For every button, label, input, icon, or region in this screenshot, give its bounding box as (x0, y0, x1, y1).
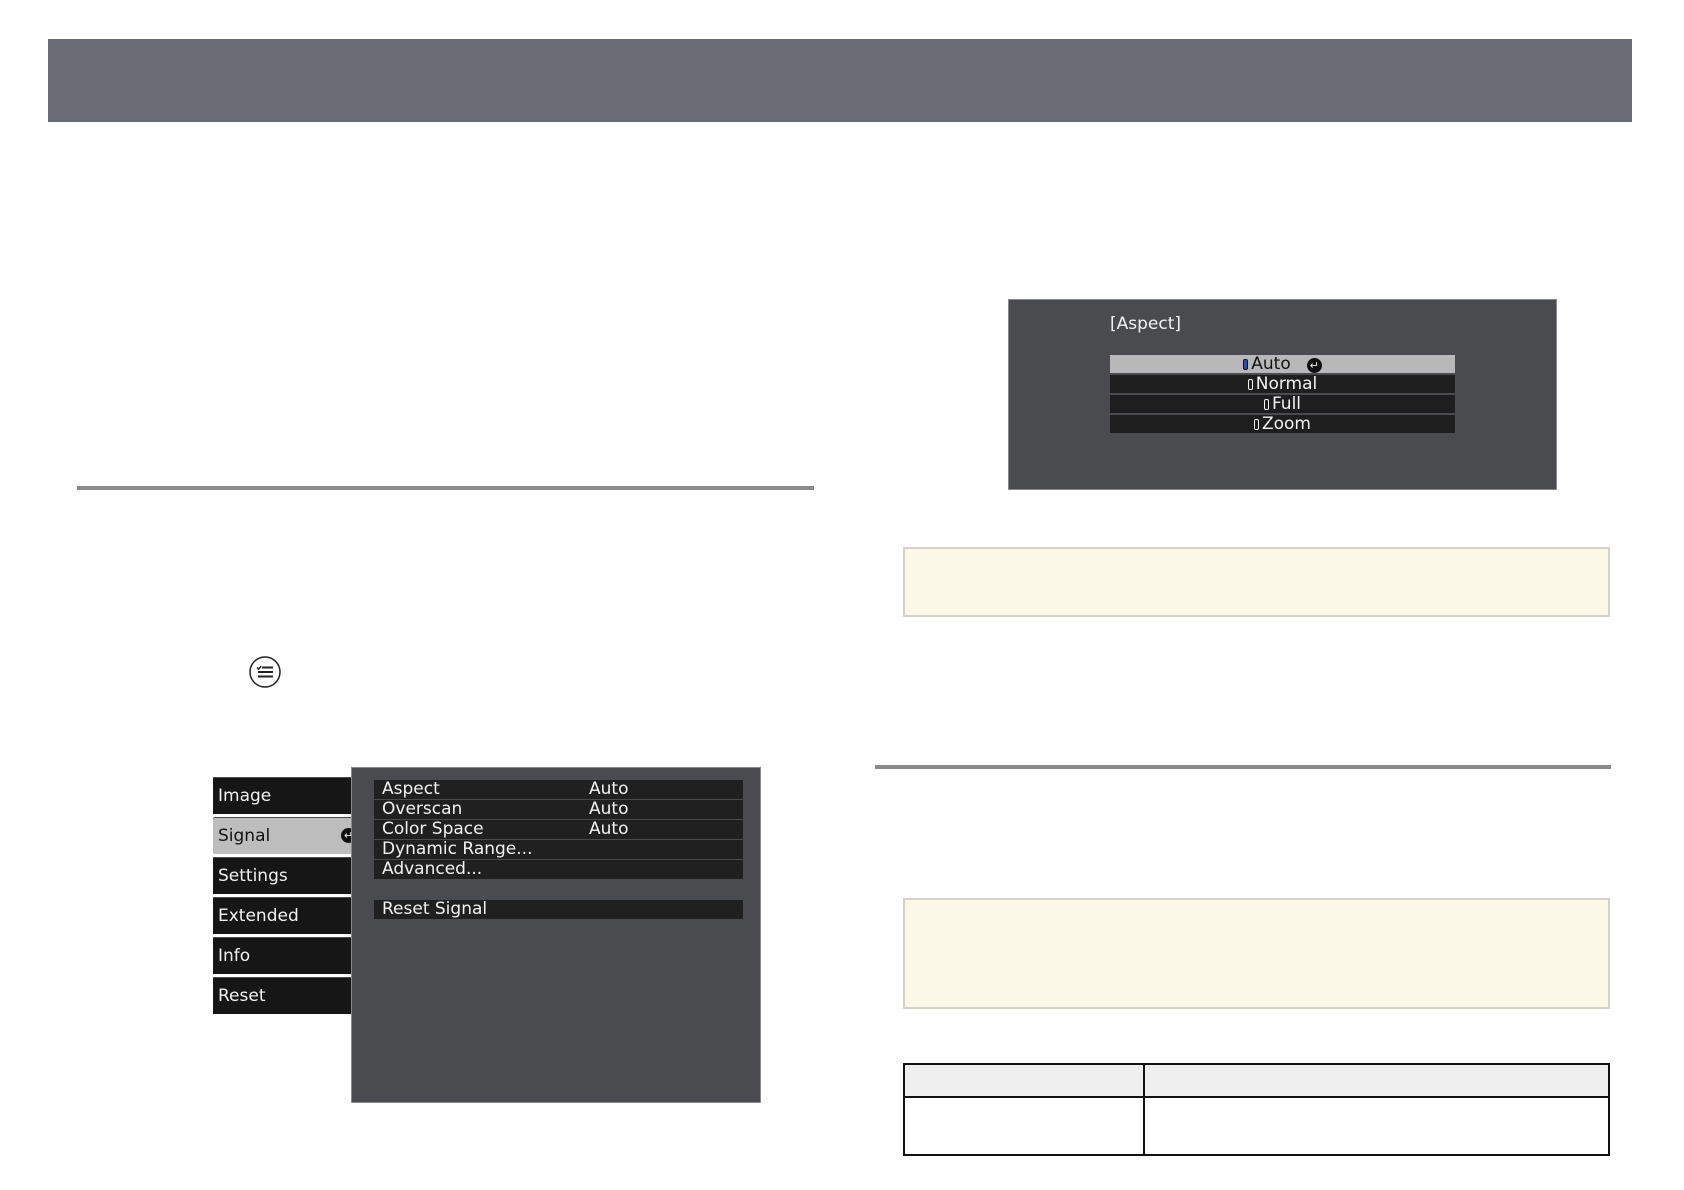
option-label: Zoom (1261, 414, 1311, 434)
aspect-dialog: [Aspect] Auto ↵ Normal Full Zoom (1008, 299, 1557, 490)
radio-icon (1263, 399, 1269, 410)
menu-row-overscan[interactable]: Overscan Auto (374, 800, 743, 819)
row-value: Auto (589, 819, 629, 839)
row-label: Color Space (382, 819, 484, 839)
tab-label: Extended (218, 906, 299, 926)
tab-label: Settings (218, 866, 288, 886)
radio-icon (1253, 419, 1259, 430)
section-rule-left (77, 486, 814, 490)
row-value: Auto (589, 799, 629, 819)
note-box (903, 898, 1610, 1009)
aspect-dialog-title: [Aspect] (1110, 314, 1182, 334)
option-label: Normal (1255, 374, 1318, 394)
signal-menu: Image Signal ↵ Settings Extended Info Res… (213, 767, 761, 1103)
option-label: Full (1271, 394, 1302, 414)
tab-label: Info (218, 946, 251, 966)
tab-info[interactable]: Info (213, 937, 351, 974)
menu-row-dynamic-range[interactable]: Dynamic Range... (374, 840, 743, 859)
radio-icon (1247, 379, 1253, 390)
menu-row-reset-signal[interactable]: Reset Signal (374, 900, 743, 919)
menu-row-aspect[interactable]: Aspect Auto (374, 780, 743, 799)
table-header (905, 1065, 1608, 1098)
tab-label: Reset (218, 986, 266, 1006)
tab-label: Image (218, 786, 272, 806)
aspect-option-zoom[interactable]: Zoom (1110, 415, 1455, 434)
tab-settings[interactable]: Settings (213, 857, 351, 894)
menu-row-color-space[interactable]: Color Space Auto (374, 820, 743, 839)
row-label: Reset Signal (382, 899, 488, 919)
tab-label: Signal (218, 826, 271, 846)
row-value: Auto (589, 779, 629, 799)
row-label: Overscan (382, 799, 463, 819)
table-column-divider (1143, 1065, 1145, 1154)
signal-menu-panel: Aspect Auto Overscan Auto Color Space Au… (351, 767, 761, 1103)
tab-reset[interactable]: Reset (213, 977, 351, 1014)
section-rule-right (875, 765, 1611, 769)
row-label: Dynamic Range... (382, 839, 533, 859)
radio-selected-icon (1243, 359, 1249, 370)
row-label: Aspect (382, 779, 440, 799)
header-bar (48, 39, 1632, 122)
enter-icon: ↵ (1306, 358, 1322, 373)
note-box (903, 547, 1610, 617)
tab-signal[interactable]: Signal ↵ (213, 817, 362, 854)
aspect-option-normal[interactable]: Normal (1110, 375, 1455, 394)
menu-row-advanced[interactable]: Advanced... (374, 860, 743, 879)
tab-extended[interactable]: Extended (213, 897, 351, 934)
menu-list-icon (249, 656, 281, 688)
spec-table (903, 1063, 1610, 1156)
row-label: Advanced... (382, 859, 483, 879)
tab-image[interactable]: Image (213, 777, 351, 814)
option-label: Auto (1251, 354, 1291, 374)
aspect-option-full[interactable]: Full (1110, 395, 1455, 414)
aspect-option-auto[interactable]: Auto ↵ (1110, 355, 1455, 374)
